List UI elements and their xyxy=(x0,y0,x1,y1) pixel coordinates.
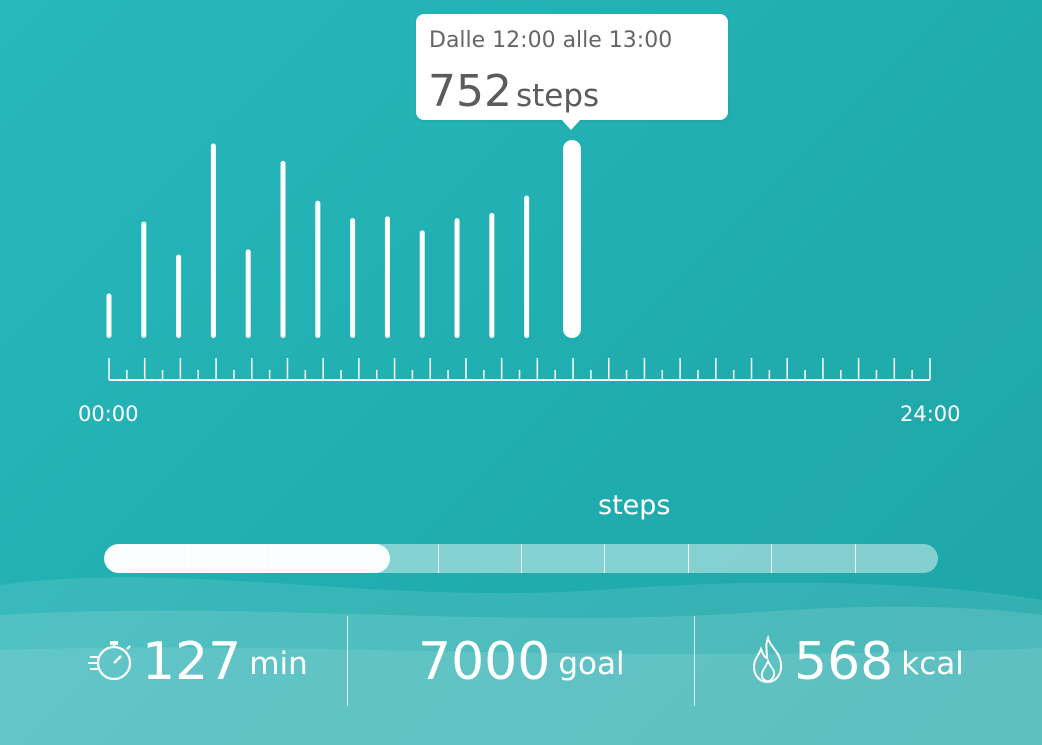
hour-bar[interactable] xyxy=(489,212,495,338)
stopwatch-icon xyxy=(88,635,134,689)
progress-label: steps xyxy=(598,490,671,521)
stats-divider-1 xyxy=(347,616,348,706)
progress-segment-divider xyxy=(687,544,689,573)
progress-segment-divider xyxy=(854,544,856,573)
hour-bar[interactable] xyxy=(176,254,182,338)
x-tick-end: 24:00 xyxy=(900,402,961,426)
hour-bar[interactable] xyxy=(280,160,286,338)
tooltip-value: 752 steps xyxy=(428,66,599,117)
steps-progress-bar xyxy=(104,544,938,573)
progress-segment-divider xyxy=(270,544,272,573)
progress-segment-divider xyxy=(604,544,606,573)
goal-value: 7000 xyxy=(418,632,551,692)
calories-stat: 568 kcal xyxy=(750,612,964,712)
stats-divider-2 xyxy=(694,616,695,706)
hour-bar[interactable] xyxy=(350,218,356,338)
hour-bar[interactable] xyxy=(454,218,460,338)
progress-segment-divider xyxy=(437,544,439,573)
duration-unit: min xyxy=(249,646,308,682)
progress-segment-divider xyxy=(354,544,356,573)
progress-fill xyxy=(104,544,391,573)
flame-icon xyxy=(750,634,786,689)
duration-value: 127 xyxy=(142,632,242,692)
progress-segment-divider xyxy=(771,544,773,573)
progress-segment-divider xyxy=(521,544,522,573)
goal-unit: goal xyxy=(558,646,625,682)
hour-bar[interactable] xyxy=(210,143,216,338)
tooltip-unit: steps xyxy=(515,78,600,114)
stats-row: 127 min 7000 goal 568 kcal xyxy=(0,612,1042,712)
hour-bar[interactable] xyxy=(384,216,390,338)
calories-value: 568 xyxy=(794,632,894,692)
progress-segment-divider xyxy=(187,544,189,573)
calories-unit: kcal xyxy=(901,646,964,682)
hour-bar[interactable] xyxy=(315,200,321,338)
hour-bar[interactable] xyxy=(524,195,530,338)
hour-bar[interactable] xyxy=(245,249,251,338)
goal-stat: 7000 goal xyxy=(418,612,625,712)
duration-stat: 127 min xyxy=(88,612,308,712)
bar-tooltip: Dalle 12:00 alle 13:00 752 steps xyxy=(416,14,728,130)
hour-bar[interactable] xyxy=(106,293,112,338)
selected-bar[interactable] xyxy=(563,140,581,338)
hour-bar[interactable] xyxy=(419,230,425,338)
tooltip-range: Dalle 12:00 alle 13:00 xyxy=(429,28,673,53)
x-tick-start: 00:00 xyxy=(78,402,139,426)
hour-bar[interactable] xyxy=(141,221,147,338)
tooltip-steps-value: 752 xyxy=(428,66,512,117)
